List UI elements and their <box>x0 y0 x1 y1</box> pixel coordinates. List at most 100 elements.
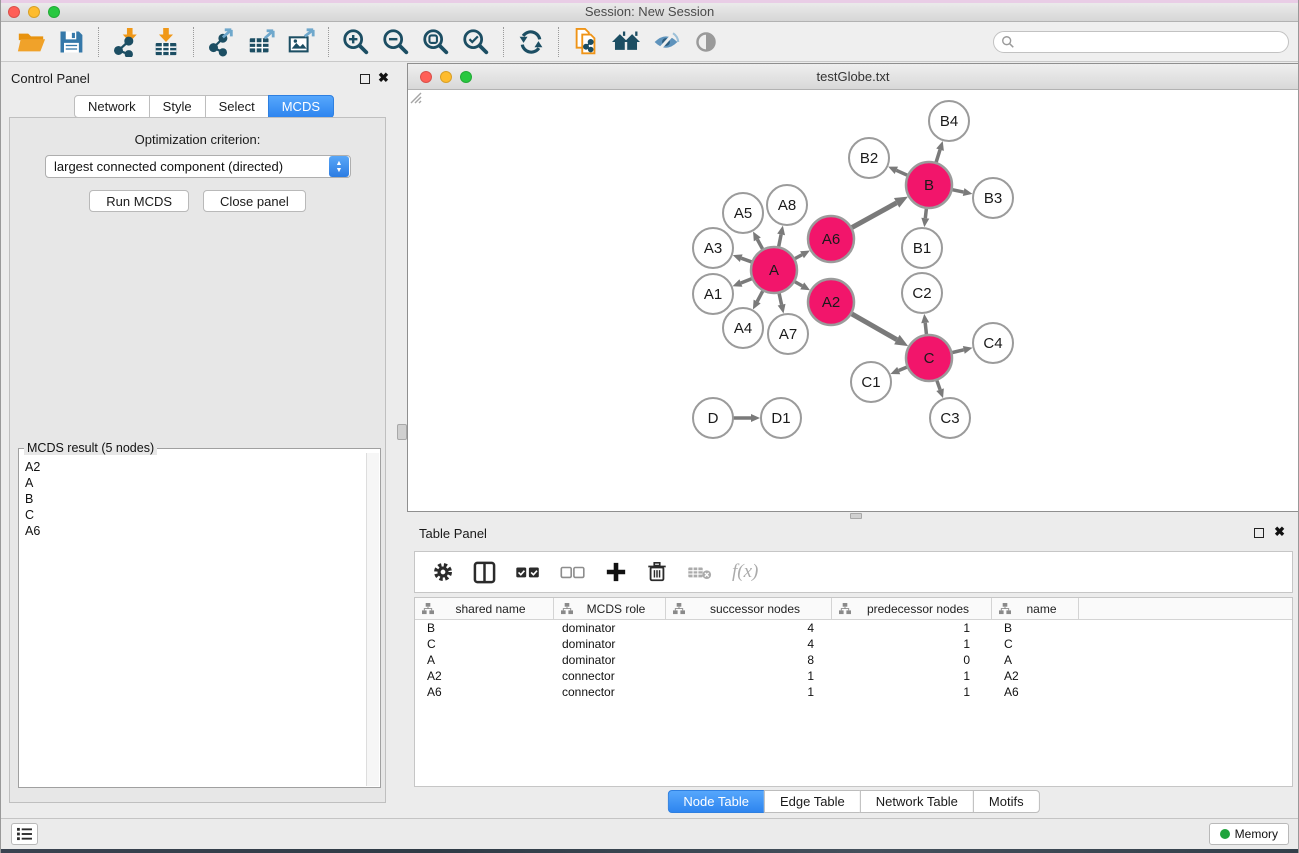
edge-A-A2[interactable] <box>794 281 802 286</box>
float-panel-icon[interactable] <box>360 74 370 84</box>
function-builder-button[interactable]: f(x) <box>732 561 758 583</box>
edge-A-A1[interactable] <box>741 278 753 283</box>
tab-network[interactable]: Network <box>74 95 150 118</box>
network-minimize-button[interactable] <box>440 71 452 83</box>
edge-B-B4[interactable] <box>936 150 940 163</box>
export-network-button[interactable] <box>201 25 241 59</box>
table-panel: Table Panel ✖ <box>407 520 1299 818</box>
add-column-button[interactable] <box>605 561 627 583</box>
node-label-A8: A8 <box>778 197 796 214</box>
tab-network-table[interactable]: Network Table <box>860 790 974 813</box>
result-item[interactable]: B <box>25 491 364 507</box>
minimize-window-button[interactable] <box>28 6 40 18</box>
criterion-dropdown[interactable]: largest connected component (directed) ▲… <box>45 155 351 178</box>
tab-motifs[interactable]: Motifs <box>973 790 1040 813</box>
edge-C-C2[interactable] <box>925 323 926 335</box>
open-file-button[interactable] <box>11 25 51 59</box>
float-table-panel-icon[interactable] <box>1254 528 1264 538</box>
toolbar-separator <box>328 27 329 57</box>
edge-A-A6[interactable] <box>794 255 802 259</box>
result-item[interactable]: A6 <box>25 523 364 539</box>
node-table[interactable]: shared nameMCDS rolesuccessor nodesprede… <box>414 597 1293 787</box>
cell-mcds-role: connector <box>554 685 666 699</box>
tab-mcds[interactable]: MCDS <box>268 95 334 118</box>
zoom-selected-button[interactable] <box>456 25 496 59</box>
edge-A6-B[interactable] <box>851 203 896 228</box>
edge-A2-C[interactable] <box>851 313 897 339</box>
close-window-button[interactable] <box>8 6 20 18</box>
edge-A-A5[interactable] <box>757 239 763 249</box>
network-close-button[interactable] <box>420 71 432 83</box>
hide-details-button[interactable] <box>646 25 686 59</box>
zoom-window-button[interactable] <box>48 6 60 18</box>
edge-A-A3[interactable] <box>741 258 752 262</box>
network-zoom-button[interactable] <box>460 71 472 83</box>
tab-style[interactable]: Style <box>149 95 206 118</box>
table-row[interactable]: Bdominator41B <box>415 620 1292 636</box>
delete-table-button[interactable] <box>687 563 713 581</box>
export-image-button[interactable] <box>281 25 321 59</box>
select-all-button[interactable] <box>515 563 541 581</box>
zoom-out-button[interactable] <box>376 25 416 59</box>
horizontal-splitter-handle[interactable] <box>850 513 862 519</box>
close-table-panel-icon[interactable]: ✖ <box>1274 527 1285 537</box>
column-header-predecessor-nodes[interactable]: predecessor nodes <box>832 598 992 619</box>
edge-C-C4[interactable] <box>951 350 963 353</box>
search-field[interactable] <box>993 31 1289 53</box>
cell-mcds-role: dominator <box>554 621 666 635</box>
close-panel-button[interactable]: Close panel <box>203 190 306 212</box>
tab-edge-table[interactable]: Edge Table <box>764 790 861 813</box>
show-details-button[interactable] <box>686 25 726 59</box>
edge-A-A8[interactable] <box>779 234 782 247</box>
edge-C-C1[interactable] <box>899 367 908 371</box>
cell-name: C <box>992 637 1079 651</box>
result-scrollbar[interactable] <box>366 453 379 786</box>
import-network-button[interactable] <box>106 25 146 59</box>
zoom-fit-button[interactable] <box>416 25 456 59</box>
edge-B-B2[interactable] <box>896 170 908 175</box>
table-row[interactable]: A6connector11A6 <box>415 684 1292 700</box>
delete-columns-button[interactable] <box>646 561 668 583</box>
vertical-splitter-handle[interactable] <box>397 424 407 440</box>
save-session-button[interactable] <box>51 25 91 59</box>
table-row[interactable]: Cdominator41C <box>415 636 1292 652</box>
column-header-shared-name[interactable]: shared name <box>415 598 554 619</box>
import-table-button[interactable] <box>146 25 186 59</box>
result-item[interactable]: C <box>25 507 364 523</box>
apply-layout-button[interactable] <box>511 25 551 59</box>
zoom-in-button[interactable] <box>336 25 376 59</box>
table-settings-button[interactable] <box>432 561 454 583</box>
edge-C-C3[interactable] <box>937 380 940 390</box>
edge-B-B1[interactable] <box>925 208 926 218</box>
result-item[interactable]: A <box>25 475 364 491</box>
network-graph[interactable]: B4B2BB3A8A5A6A3B1AA1C2A2A4A7C4CC1C3DD1 <box>408 90 1297 511</box>
result-item[interactable]: A2 <box>25 459 364 475</box>
export-table-button[interactable] <box>241 25 281 59</box>
cell-mcds-role: dominator <box>554 637 666 651</box>
edge-A-A7[interactable] <box>779 292 782 304</box>
network-view[interactable]: B4B2BB3A8A5A6A3B1AA1C2A2A4A7C4CC1C3DD1 <box>408 90 1298 511</box>
resize-grip-icon[interactable] <box>408 90 422 104</box>
network-window-title: testGlobe.txt <box>408 64 1298 90</box>
node-label-A: A <box>769 262 779 279</box>
column-header-successor-nodes[interactable]: successor nodes <box>666 598 832 619</box>
table-row[interactable]: A2connector11A2 <box>415 668 1292 684</box>
run-mcds-button[interactable]: Run MCDS <box>89 190 189 212</box>
column-header-name[interactable]: name <box>992 598 1079 619</box>
column-header-mcds-role[interactable]: MCDS role <box>554 598 666 619</box>
deselect-all-button[interactable] <box>560 563 586 581</box>
close-panel-icon[interactable]: ✖ <box>378 73 389 83</box>
reset-view-button[interactable] <box>606 25 646 59</box>
task-history-button[interactable] <box>11 823 38 845</box>
toggle-panes-button[interactable] <box>473 561 496 584</box>
memory-button[interactable]: Memory <box>1209 823 1289 845</box>
edge-B-B3[interactable] <box>952 190 964 192</box>
edge-A-A4[interactable] <box>757 290 763 301</box>
table-row[interactable]: Adominator80A <box>415 652 1292 668</box>
clone-network-button[interactable] <box>566 25 606 59</box>
node-label-A5: A5 <box>734 205 752 222</box>
search-input[interactable] <box>1015 33 1288 51</box>
tab-select[interactable]: Select <box>205 95 269 118</box>
cell-successor-nodes: 4 <box>666 621 832 635</box>
tab-node-table[interactable]: Node Table <box>667 790 765 813</box>
